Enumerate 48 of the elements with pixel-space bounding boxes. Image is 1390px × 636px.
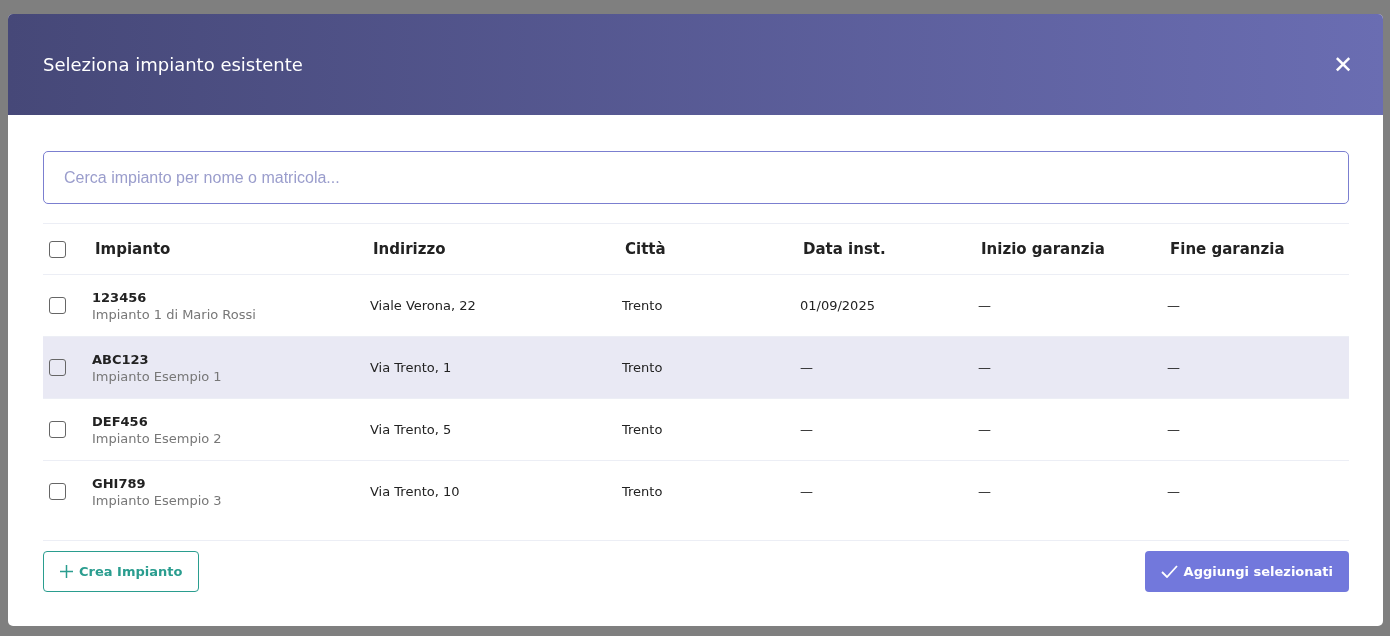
table-cell-text: Trento	[622, 484, 664, 499]
add-selected-button[interactable]: Aggiungi selezionati	[1144, 551, 1349, 592]
plus-icon	[60, 565, 73, 578]
table-row[interactable]: ABC123 Impianto Esempio 1 Via Trento, 1 Trento — — —	[43, 336, 1349, 398]
table-cell-text: —	[978, 298, 992, 313]
checkbox[interactable]	[49, 421, 66, 438]
column-header: Fine garanzia	[1169, 240, 1286, 258]
table-cell-text: Trento	[622, 360, 664, 375]
table-cell-text: Trento	[622, 422, 664, 437]
plant-code: ABC123	[92, 351, 150, 367]
plant-name: Impianto Esempio 3	[92, 492, 223, 508]
table-cell-text: Trento	[622, 298, 664, 313]
table-cell-text: —	[1167, 360, 1181, 375]
plant-code: 123456	[92, 289, 148, 305]
column-header: Città	[624, 240, 667, 258]
column-header: Impianto	[94, 240, 172, 258]
column-header: Inizio garanzia	[980, 240, 1106, 258]
table-cell-text: —	[800, 422, 814, 437]
close-button[interactable]: ✕	[1333, 50, 1353, 79]
checkbox[interactable]	[49, 359, 66, 376]
column-header: Data inst.	[802, 240, 887, 258]
plant-code: GHI789	[92, 475, 147, 491]
table-cell-text: Viale Verona, 22	[370, 298, 477, 313]
plant-name: Impianto Esempio 2	[92, 430, 223, 446]
table-cell-text: 01/09/2025	[800, 298, 876, 313]
checkbox[interactable]	[49, 483, 66, 500]
plant-name: Impianto 1 di Mario Rossi	[92, 306, 257, 322]
table-cell-text: —	[1167, 298, 1181, 313]
plant-name: Impianto Esempio 1	[92, 368, 223, 384]
table-cell-text: —	[800, 360, 814, 375]
dialog-title: Seleziona impianto esistente	[43, 54, 303, 75]
table-cell-text: —	[800, 484, 814, 499]
table-cell-text: —	[1167, 422, 1181, 437]
table-cell-text: —	[978, 422, 992, 437]
column-header: Indirizzo	[372, 240, 447, 258]
plant-code: DEF456	[92, 413, 149, 429]
check-icon	[1160, 565, 1178, 578]
table-cell-text: Via Trento, 5	[370, 422, 453, 437]
table-cell-text: —	[978, 484, 992, 499]
checkbox[interactable]	[49, 240, 66, 258]
table-cell-text: Via Trento, 10	[370, 484, 461, 499]
search-field[interactable]: Cerca impianto per nome o matricola...	[43, 151, 1349, 204]
checkbox[interactable]	[49, 297, 66, 314]
table-cell-text: Via Trento, 1	[370, 360, 453, 375]
table-cell-text: —	[978, 360, 992, 375]
table-row[interactable]: DEF456 Impianto Esempio 2 Via Trento, 5 Trento — — —	[43, 398, 1349, 460]
table-row[interactable]: GHI789 Impianto Esempio 3 Via Trento, 10 Trento — — —	[43, 460, 1349, 522]
table-cell-text: —	[1167, 484, 1181, 499]
